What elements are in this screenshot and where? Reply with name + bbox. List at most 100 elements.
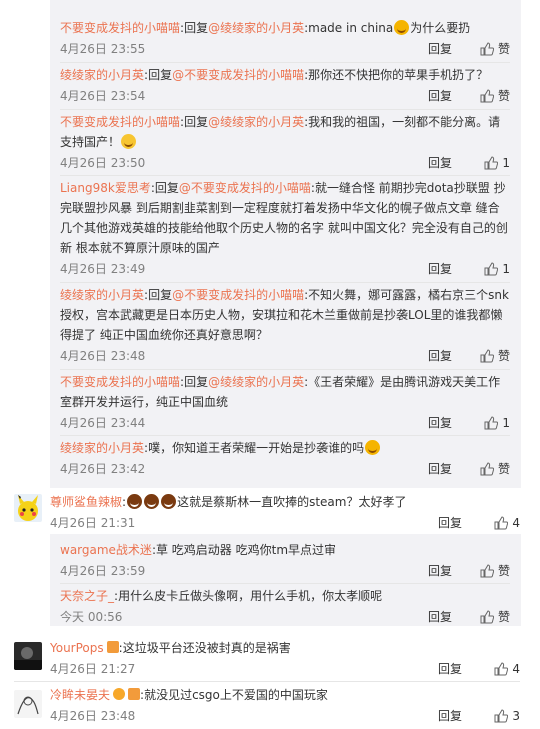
thumb-up-icon xyxy=(480,42,495,56)
avatar[interactable] xyxy=(14,494,42,522)
thread-reply: 绫绫家的小月英:回复@不要变成发抖的小喵喵:那你还不快把你的苹果手机扔了？ 4月… xyxy=(60,65,510,106)
reply-time: 4月26日 23:59 xyxy=(60,564,146,578)
avatar-sketch-icon xyxy=(14,690,42,718)
thumb-up-icon xyxy=(480,610,495,624)
thumb-up-icon xyxy=(480,564,495,578)
divider xyxy=(60,109,510,110)
comment-text: 就没见过csgo上不爱国的中国玩家 xyxy=(144,688,328,702)
reply-author[interactable]: 不要变成发抖的小喵喵 xyxy=(60,21,180,35)
thread-reply: 不要变成发抖的小喵喵:回复@绫绫家的小月英:made in china 为什么要扔… xyxy=(60,18,510,59)
thumb-up-icon xyxy=(484,156,499,170)
like-button[interactable]: 1 xyxy=(474,259,510,279)
reply-text: 草 吃鸡启动器 吃鸡你tm早点过审 xyxy=(155,543,337,557)
reply-author[interactable]: 天奈之子_ xyxy=(60,589,114,603)
like-button[interactable]: 赞 xyxy=(474,459,510,479)
reply-author[interactable]: 不要变成发抖的小喵喵 xyxy=(60,375,180,389)
comment: YourPops:这垃圾平台还没被封真的是祸害 4月26日 21:27 回复 4 xyxy=(50,638,520,679)
reply-time: 4月26日 23:49 xyxy=(60,262,146,276)
reply-time: 4月26日 23:54 xyxy=(60,89,146,103)
reply-text: 用什么皮卡丘做头像啊，用什么手机，你太孝顺呢 xyxy=(118,589,383,603)
reply-time: 4月26日 23:48 xyxy=(60,349,146,363)
divider xyxy=(60,435,510,436)
like-button[interactable]: 赞 xyxy=(474,561,510,581)
emoji-laugh-icon xyxy=(144,494,160,509)
reply-author[interactable]: 绫绫家的小月英 xyxy=(60,288,144,302)
emoji-laugh-icon xyxy=(394,20,410,35)
reply-time: 4月26日 23:50 xyxy=(60,156,146,170)
reply-button[interactable]: 回复 xyxy=(438,513,462,533)
like-button[interactable]: 4 xyxy=(484,513,520,533)
thread-reply: 绫绫家的小月英:回复@不要变成发抖的小喵喵:不知火舞，娜可露露，橘右京三个snk… xyxy=(60,285,510,366)
emoji-laugh-icon xyxy=(161,494,177,509)
reply-target[interactable]: @绫绫家的小月英 xyxy=(208,375,304,389)
comment-text: 这就是蔡斯林一直吹捧的steam？太好孝了 xyxy=(177,495,407,509)
comment-author[interactable]: 冷眸未晏夫 xyxy=(50,688,110,702)
reply-time: 4月26日 23:55 xyxy=(60,42,146,56)
thread-reply: 绫绫家的小月英:噗，你知道王者荣耀一开始是抄袭谁的吗 4月26日 23:42 回… xyxy=(60,438,510,479)
divider xyxy=(14,681,520,682)
comment-time: 4月26日 21:27 xyxy=(50,662,136,676)
reply-button[interactable]: 回复 xyxy=(428,86,452,106)
comment-text: 这垃圾平台还没被封真的是祸害 xyxy=(122,641,291,655)
reply-button[interactable]: 回复 xyxy=(438,706,462,726)
avatar[interactable] xyxy=(14,690,42,718)
like-button[interactable]: 1 xyxy=(474,413,510,433)
reply-author[interactable]: 不要变成发抖的小喵喵 xyxy=(60,115,180,129)
reply-target[interactable]: @绫绫家的小月英 xyxy=(208,21,304,35)
avatar-photo-icon xyxy=(14,642,42,670)
thumb-up-icon xyxy=(494,709,509,723)
reply-button[interactable]: 回复 xyxy=(428,561,452,581)
sub-reply: 天奈之子_:用什么皮卡丘做头像啊，用什么手机，你太孝顺呢 今天 00:56 回复… xyxy=(60,586,510,627)
reply-button[interactable]: 回复 xyxy=(438,659,462,679)
reply-text: made in china xyxy=(308,21,394,35)
reply-author[interactable]: 绫绫家的小月英 xyxy=(60,441,144,455)
like-button[interactable]: 3 xyxy=(484,706,520,726)
like-button[interactable]: 赞 xyxy=(474,607,510,627)
reply-button[interactable]: 回复 xyxy=(428,39,452,59)
reply-time: 4月26日 23:44 xyxy=(60,416,146,430)
reply-author[interactable]: 绫绫家的小月英 xyxy=(60,68,144,82)
comment: 尊师鲨鱼辣椒: 这就是蔡斯林一直吹捧的steam？太好孝了 4月26日 21:31… xyxy=(50,492,520,533)
reply-author[interactable]: wargame战术迷 xyxy=(60,543,152,557)
emoji-laugh-icon xyxy=(127,494,143,509)
reply-target[interactable]: @不要变成发抖的小喵喵 xyxy=(172,68,304,82)
reply-target[interactable]: @绫绫家的小月英 xyxy=(208,115,304,129)
badge-icon xyxy=(128,688,141,700)
divider xyxy=(60,583,510,584)
like-button[interactable]: 赞 xyxy=(474,39,510,59)
avatar[interactable] xyxy=(14,642,42,670)
reply-target[interactable]: @不要变成发抖的小喵喵 xyxy=(172,288,304,302)
comment-author[interactable]: 尊师鲨鱼辣椒 xyxy=(50,495,122,509)
like-button[interactable]: 4 xyxy=(484,659,520,679)
reply-button[interactable]: 回复 xyxy=(428,259,452,279)
thread-reply: Liang98k爱思考:回复@不要变成发抖的小喵喵:就一缝合怪 前期抄完dota… xyxy=(60,178,510,279)
thread-reply: 不要变成发抖的小喵喵:回复@绫绫家的小月英:我和我的祖国，一刻都不能分离。请支持… xyxy=(60,112,510,173)
comment-time: 4月26日 21:31 xyxy=(50,516,136,530)
reply-text: 那你还不快把你的苹果手机扔了？ xyxy=(308,68,489,82)
emoji-smile-icon xyxy=(121,134,137,149)
divider xyxy=(60,175,510,176)
thumb-up-icon xyxy=(494,662,509,676)
reply-time: 4月26日 23:42 xyxy=(60,462,146,476)
reply-author[interactable]: Liang98k爱思考 xyxy=(60,181,151,195)
thumb-up-icon xyxy=(484,262,499,276)
reply-button[interactable]: 回复 xyxy=(428,153,452,173)
like-button[interactable]: 赞 xyxy=(474,86,510,106)
reply-button[interactable]: 回复 xyxy=(428,413,452,433)
comment-author[interactable]: YourPops xyxy=(50,641,104,655)
reply-button[interactable]: 回复 xyxy=(428,346,452,366)
thumb-up-icon xyxy=(480,462,495,476)
vip-badge-icon xyxy=(113,688,126,700)
like-button[interactable]: 1 xyxy=(474,153,510,173)
sub-reply-thread: wargame战术迷:草 吃鸡启动器 吃鸡你tm早点过审 4月26日 23:59… xyxy=(50,534,521,626)
reply-button[interactable]: 回复 xyxy=(428,459,452,479)
reply-button[interactable]: 回复 xyxy=(428,607,452,627)
like-button[interactable]: 赞 xyxy=(474,346,510,366)
reply-time: 今天 00:56 xyxy=(60,610,123,624)
comment-page: 不要变成发抖的小喵喵:回复@绫绫家的小月英:made in china 为什么要扔… xyxy=(0,0,540,729)
thumb-up-icon xyxy=(484,416,499,430)
divider xyxy=(60,282,510,283)
emoji-laugh-icon xyxy=(365,440,381,455)
thumb-up-icon xyxy=(480,89,495,103)
reply-target[interactable]: @不要变成发抖的小喵喵 xyxy=(179,181,311,195)
